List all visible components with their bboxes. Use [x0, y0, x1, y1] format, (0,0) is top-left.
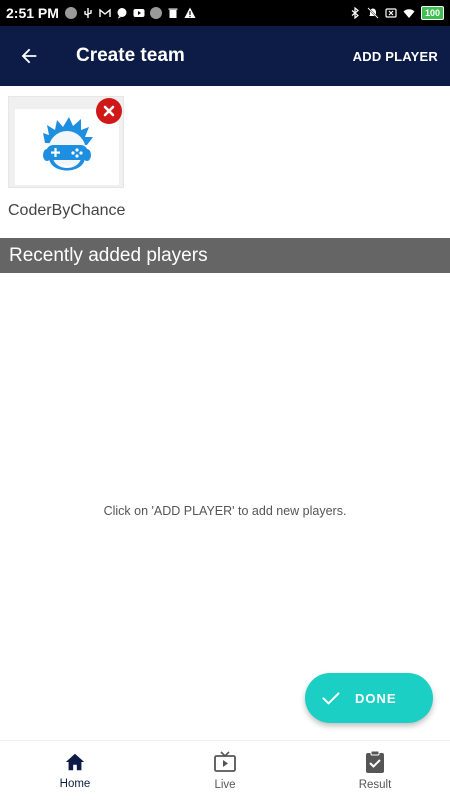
system-icons: 100: [349, 6, 444, 20]
nav-item-label: Home: [59, 778, 91, 790]
page-title: Create team: [76, 45, 185, 66]
trash-icon: [168, 8, 178, 18]
usb-icon: [84, 8, 92, 18]
empty-state-message: Click on 'ADD PLAYER' to add new players…: [103, 504, 347, 518]
team-players-list: CoderByChance: [0, 86, 450, 238]
close-icon: [103, 105, 115, 117]
status-bar: 2:51 PM 100: [0, 0, 450, 26]
player-name: CoderByChance: [8, 202, 126, 219]
youtube-icon: [133, 9, 145, 17]
nav-item-label: Live: [214, 779, 236, 791]
bottom-navigation: Home Live Result: [0, 740, 450, 800]
circle-icon: [64, 7, 77, 19]
nav-item-result[interactable]: Result: [300, 741, 450, 800]
app-bar: Create team ADD PLAYER: [0, 26, 450, 86]
home-icon: [65, 753, 85, 771]
add-player-button[interactable]: ADD PLAYER: [353, 49, 438, 64]
remove-player-button[interactable]: [96, 98, 122, 124]
bluetooth-icon: [351, 7, 359, 19]
recent-players-header: Recently added players: [0, 238, 450, 273]
gmail-icon: [99, 8, 111, 17]
warning-icon: [184, 7, 196, 18]
battery-icon: 100: [420, 6, 444, 20]
notification-icons: [64, 7, 196, 19]
done-button-label: DONE: [355, 690, 397, 706]
circle-icon: [149, 7, 162, 19]
player-card[interactable]: CoderByChance: [8, 96, 125, 219]
wifi-icon: [403, 9, 415, 18]
back-button[interactable]: [0, 26, 58, 86]
nav-item-label: Result: [358, 779, 392, 791]
chat-icon: [117, 8, 127, 19]
no-sim-icon: [385, 8, 397, 18]
nav-item-live[interactable]: Live: [150, 741, 300, 800]
clipboard-check-icon: [366, 750, 384, 773]
arrow-back-icon: [21, 48, 37, 64]
done-button[interactable]: DONE: [305, 673, 433, 723]
check-icon: [322, 692, 340, 705]
mute-icon: [367, 7, 379, 19]
status-time: 2:51 PM: [6, 5, 59, 21]
live-tv-icon: [214, 751, 236, 772]
nav-item-home[interactable]: Home: [0, 741, 150, 800]
